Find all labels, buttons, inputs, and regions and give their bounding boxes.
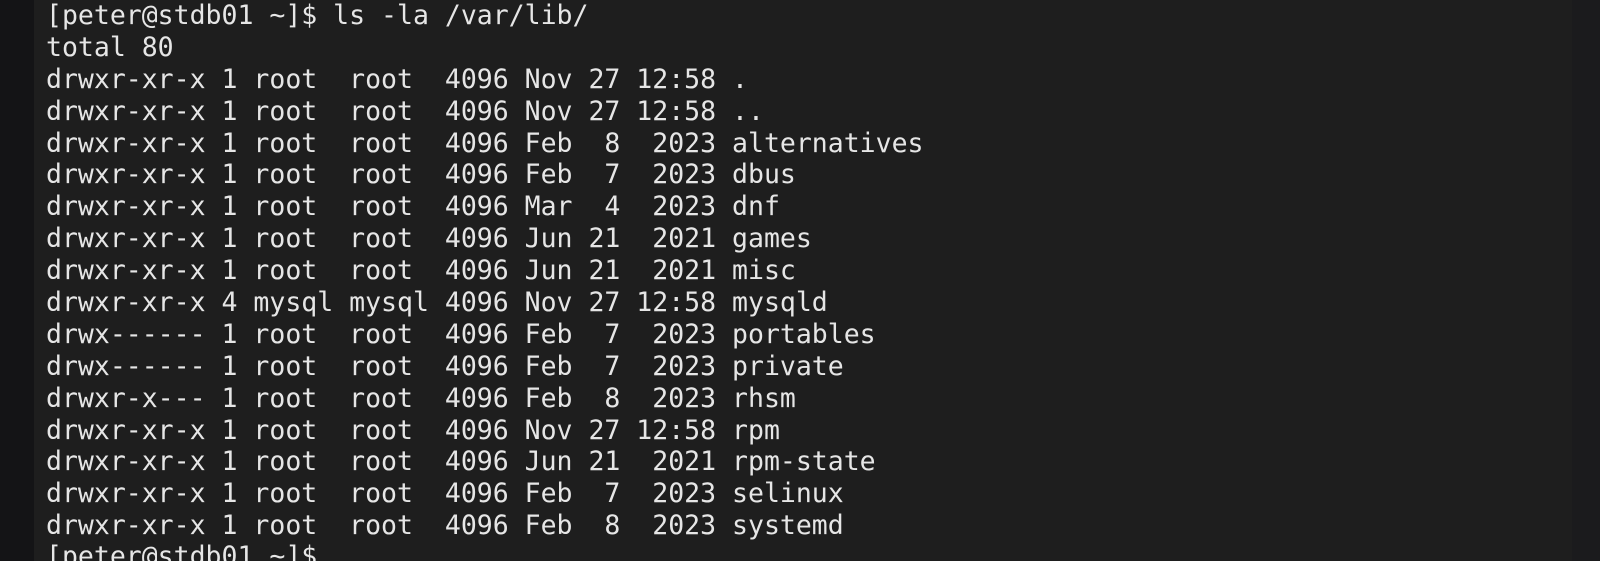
- listing-row: drwxr-xr-x 1 root root 4096 Jun 21 2021 …: [46, 223, 812, 255]
- next-prompt-line: [peter@stdb01 ~]$: [46, 541, 334, 561]
- terminal-window[interactable]: [peter@stdb01 ~]$ ls -la /var/lib/ total…: [34, 0, 1600, 561]
- terminal-output: [peter@stdb01 ~]$ ls -la /var/lib/ total…: [46, 0, 924, 542]
- listing-row: drwxr-xr-x 4 mysql mysql 4096 Nov 27 12:…: [46, 287, 828, 319]
- listing-row: drwxr-x--- 1 root root 4096 Feb 8 2023 r…: [46, 382, 796, 414]
- listing-row: drwxr-xr-x 1 root root 4096 Mar 4 2023 d…: [46, 191, 780, 223]
- listing-row: drwx------ 1 root root 4096 Feb 7 2023 p…: [46, 318, 876, 350]
- listing-row: drwxr-xr-x 1 root root 4096 Feb 8 2023 s…: [46, 510, 844, 542]
- listing-row: drwxr-xr-x 1 root root 4096 Feb 7 2023 s…: [46, 478, 844, 510]
- listing-row: drwxr-xr-x 1 root root 4096 Jun 21 2021 …: [46, 255, 796, 287]
- listing-row: drwxr-xr-x 1 root root 4096 Feb 8 2023 a…: [46, 127, 924, 159]
- listing-row: drwxr-xr-x 1 root root 4096 Nov 27 12:58…: [46, 414, 780, 446]
- window-left-edge: [0, 0, 34, 561]
- listing-row: drwxr-xr-x 1 root root 4096 Jun 21 2021 …: [46, 446, 876, 478]
- listing-row: drwxr-xr-x 1 root root 4096 Nov 27 12:58…: [46, 63, 748, 95]
- listing-row: drwx------ 1 root root 4096 Feb 7 2023 p…: [46, 350, 844, 382]
- terminal-right-margin: [1572, 0, 1600, 561]
- total-line: total 80: [46, 31, 174, 63]
- command-prompt-line: [peter@stdb01 ~]$ ls -la /var/lib/: [46, 0, 589, 31]
- listing-row: drwxr-xr-x 1 root root 4096 Nov 27 12:58…: [46, 95, 764, 127]
- listing-row: drwxr-xr-x 1 root root 4096 Feb 7 2023 d…: [46, 159, 796, 191]
